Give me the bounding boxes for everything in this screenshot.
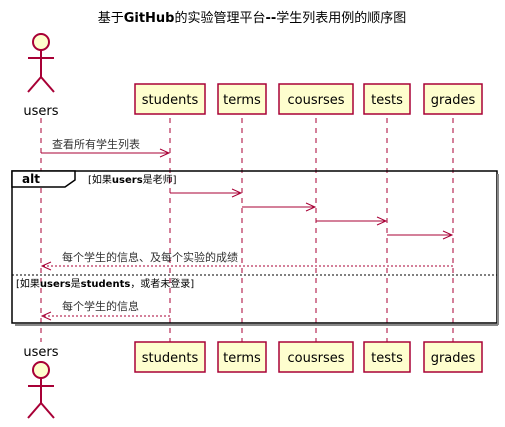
participant-bottom-terms: terms	[217, 341, 267, 373]
diagram-title: 基于GitHub的实验管理平台--学生列表用例的顺序图	[98, 10, 407, 26]
message-return-info-and-grades: 每个学生的信息、及每个实验的成绩	[40, 250, 453, 271]
svg-text:每个学生的信息、及每个实验的成绩: 每个学生的信息、及每个实验的成绩	[62, 250, 238, 264]
message-view-all-students: 查看所有学生列表	[41, 137, 171, 158]
actor-top: users	[23, 33, 59, 119]
actor-bottom: users	[23, 345, 59, 419]
sequence-diagram: 基于GitHub的实验管理平台--学生列表用例的顺序图 users studen…	[11, 10, 499, 419]
svg-text:每个学生的信息: 每个学生的信息	[62, 299, 139, 313]
participant-bottom-cousrses: cousrses	[278, 341, 354, 373]
participant-top-tests: tests	[363, 83, 411, 115]
svg-text:查看所有学生列表: 查看所有学生列表	[52, 137, 140, 151]
svg-text:terms: terms	[223, 93, 261, 108]
actor-head-icon	[32, 33, 50, 51]
svg-text:grades: grades	[431, 351, 476, 366]
actor-label-top: users	[23, 104, 58, 119]
message-terms-cousrses	[242, 202, 317, 212]
participant-bottom-tests: tests	[363, 341, 411, 373]
alt-guard-student: [如果users是students，或者未登录]	[16, 277, 194, 290]
participant-top-cousrses: cousrses	[278, 83, 354, 115]
svg-text:tests: tests	[371, 93, 403, 108]
svg-text:students: students	[142, 93, 199, 108]
participant-top-students: students	[134, 83, 206, 115]
actor-label-bottom: users	[23, 345, 58, 360]
message-students-terms	[170, 188, 243, 198]
svg-text:cousrses: cousrses	[287, 93, 344, 108]
participant-top-terms: terms	[217, 83, 267, 115]
svg-text:cousrses: cousrses	[287, 351, 344, 366]
alt-guard-teacher: [如果users是老师]	[88, 173, 177, 186]
message-return-student-info: 每个学生的信息	[40, 299, 170, 321]
alt-keyword: alt	[22, 172, 40, 186]
actor-head-icon	[32, 361, 50, 379]
participant-bottom-students: students	[134, 341, 206, 373]
message-tests-grades	[387, 230, 454, 240]
message-cousrses-tests	[316, 216, 388, 226]
participant-bottom-grades: grades	[423, 341, 483, 373]
svg-text:tests: tests	[371, 351, 403, 366]
svg-text:terms: terms	[223, 351, 261, 366]
svg-text:grades: grades	[431, 93, 476, 108]
participant-top-grades: grades	[423, 83, 483, 115]
svg-text:students: students	[142, 351, 199, 366]
